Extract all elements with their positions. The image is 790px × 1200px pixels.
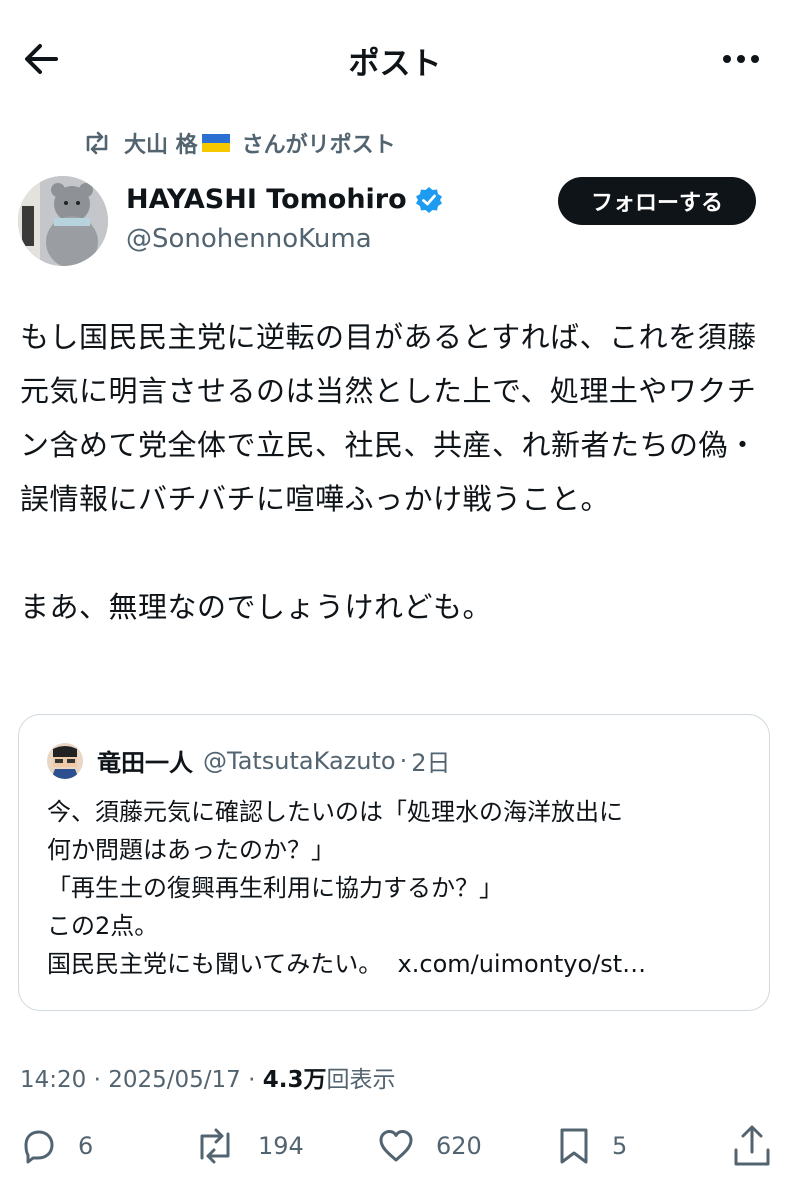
quoted-line: 「再生土の復興再生利用に協力するか？」 [47,874,503,902]
reply-button[interactable]: 6 [18,1118,93,1174]
tweet-date[interactable]: 2025/05/17 [108,1067,241,1093]
quoted-link[interactable]: x.com/uimontyo/st… [398,950,647,978]
share-icon [734,1125,770,1166]
quoted-separator: · [399,746,408,775]
quoted-line: この2点。 [47,912,159,940]
quoted-line: 何か問題はあったのか？」 [47,836,335,864]
author-avatar[interactable] [18,176,108,266]
quoted-line: 国民民主党にも聞いてみたい。 [47,950,383,978]
author-name-text: HAYASHI Tomohiro [126,184,407,215]
repost-indicator[interactable]: 大山 格 さんがリポスト [82,128,396,158]
top-bar: ポスト [0,0,790,112]
tweet-text: もし国民民主党に逆転の目があるとすれば、これを須藤元気に明言させるのは当然とした… [20,320,758,624]
bookmark-icon [560,1128,588,1164]
repost-button[interactable]: 194 [192,1118,304,1174]
quoted-author-name[interactable]: 竜田一人 [97,743,193,778]
repost-count: 194 [258,1132,304,1160]
ukraine-flag-icon [201,134,230,152]
view-label: 回表示 [326,1067,396,1093]
quoted-author-handle[interactable]: @TatsutaKazuto [203,747,396,775]
quoted-tweet-card[interactable]: 竜田一人 @TatsutaKazuto · 2日 今、須藤元気に確認したいのは「… [18,714,770,1011]
quoted-line: 今、須藤元気に確認したいのは「処理水の海洋放出に [47,798,623,826]
tweet-meta: 14:20 · 2025/05/17 · 4.3万回表示 [20,1060,396,1094]
view-count[interactable]: 4.3万 [263,1067,327,1093]
action-bar: 6 194 620 5 [0,1118,790,1178]
repost-icon [200,1128,230,1164]
author-handle[interactable]: @SonohennoKuma [126,224,372,254]
follow-button[interactable]: フォローする [558,177,756,225]
tweet-time[interactable]: 14:20 [20,1067,86,1093]
more-button[interactable] [718,36,764,82]
meta-separator: · [93,1067,101,1093]
like-count: 620 [436,1132,482,1160]
heart-icon [379,1130,413,1162]
reposter-name: 大山 格 [124,133,198,158]
page-title: ポスト [348,46,442,82]
reply-icon [24,1130,54,1164]
author-name[interactable]: HAYASHI Tomohiro [126,184,443,215]
like-button[interactable]: 620 [376,1118,482,1174]
share-button[interactable] [728,1122,776,1170]
meta-separator: · [248,1067,256,1093]
bookmark-count: 5 [612,1132,628,1160]
quoted-tweet-header: 竜田一人 @TatsutaKazuto · 2日 [97,743,450,778]
verified-badge-icon [415,186,442,213]
more-horizontal-icon [723,55,759,63]
reply-count: 6 [78,1132,94,1160]
quoted-timestamp[interactable]: 2日 [411,743,450,778]
bookmark-button[interactable]: 5 [556,1118,627,1174]
repost-icon [86,131,108,155]
quoted-tweet-text: 今、須藤元気に確認したいのは「処理水の海洋放出に 何か問題はあったのか？」 「再… [47,793,747,983]
quoted-author-avatar[interactable] [47,743,83,779]
repost-suffix: さんがリポスト [241,133,396,158]
